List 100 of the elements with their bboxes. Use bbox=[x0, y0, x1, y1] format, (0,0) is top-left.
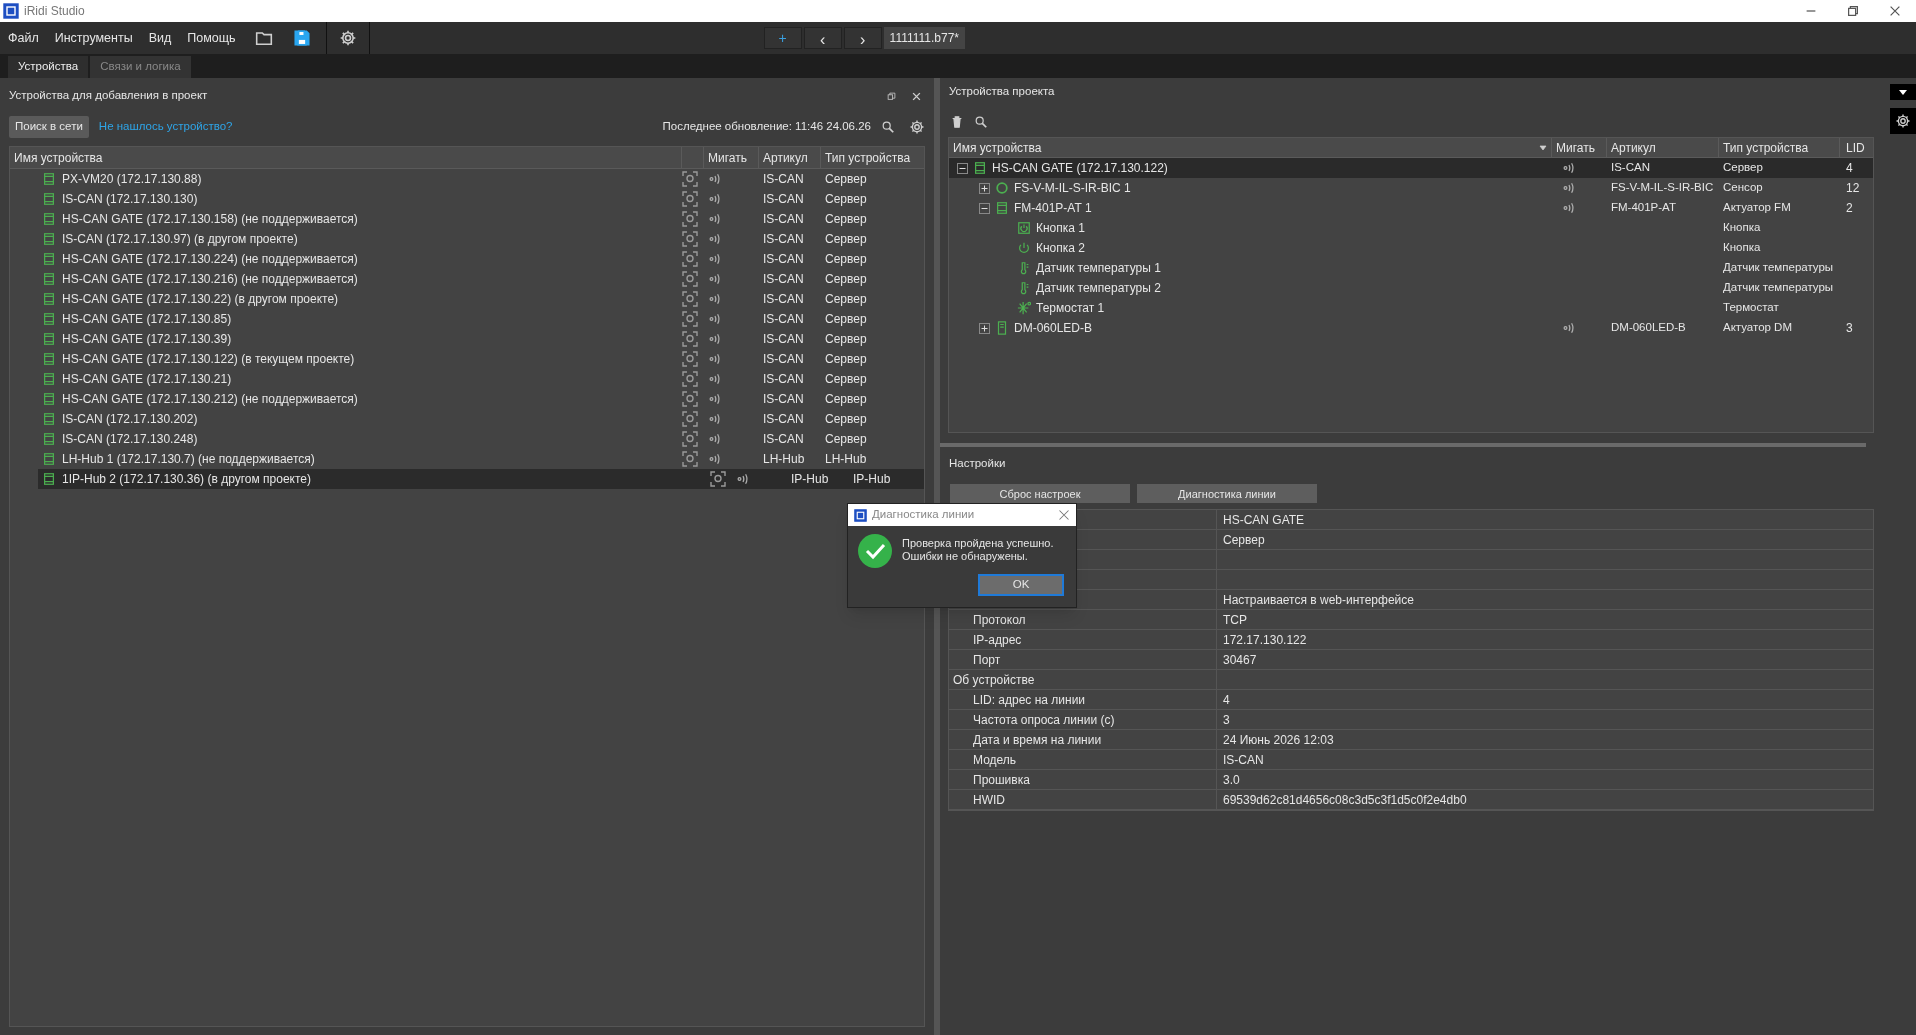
scan-icon[interactable] bbox=[682, 251, 698, 267]
tree-row[interactable]: Термостат 1 Термостат bbox=[949, 298, 1873, 318]
blink-icon[interactable] bbox=[708, 292, 722, 306]
blink-icon[interactable] bbox=[708, 452, 722, 466]
device-row[interactable]: IS-CAN (172.17.130.248) IS-CAN Сервер bbox=[10, 429, 924, 449]
collapse-toggle[interactable] bbox=[979, 202, 990, 214]
device-row[interactable]: HS-CAN GATE (172.17.130.21) IS-CAN Сервер bbox=[10, 369, 924, 389]
trash-icon[interactable] bbox=[950, 115, 964, 129]
settings-icon[interactable] bbox=[338, 29, 357, 47]
settings-button[interactable]: Сброс настроек bbox=[950, 484, 1130, 504]
restore-icon[interactable] bbox=[1846, 4, 1860, 18]
add-button[interactable]: + bbox=[763, 27, 802, 49]
blink-icon[interactable] bbox=[1562, 201, 1576, 215]
tree-row[interactable]: Датчик температуры 2 Датчик температуры bbox=[949, 278, 1873, 298]
device-row[interactable]: HS-CAN GATE (172.17.130.216) (не поддерживается) IS-CAN Сервер bbox=[10, 269, 924, 289]
file-tab[interactable]: 1111111.b77* bbox=[883, 27, 965, 49]
tree-row[interactable]: Кнопка 2 Кнопка bbox=[949, 238, 1873, 258]
column-header[interactable]: Имя устройства bbox=[10, 147, 682, 168]
column-header[interactable]: Артикул bbox=[1607, 138, 1719, 157]
network-search-button[interactable]: Поиск в сети bbox=[9, 116, 89, 138]
close-icon[interactable] bbox=[1058, 509, 1070, 521]
blink-icon[interactable] bbox=[1562, 181, 1576, 195]
device-row[interactable]: IS-CAN (172.17.130.202) IS-CAN Сервер bbox=[10, 409, 924, 429]
scan-icon[interactable] bbox=[682, 171, 698, 187]
blink-icon[interactable] bbox=[708, 212, 722, 226]
menu-item[interactable]: Файл bbox=[8, 28, 39, 48]
scan-icon[interactable] bbox=[682, 391, 698, 407]
device-row[interactable]: HS-CAN GATE (172.17.130.212) (не поддерживается) IS-CAN Сервер bbox=[10, 389, 924, 409]
scan-icon[interactable] bbox=[682, 191, 698, 207]
column-header[interactable]: Тип устройства bbox=[821, 147, 924, 168]
tree-row[interactable]: HS-CAN GATE (172.17.130.122) IS-CAN Сервер 4 bbox=[949, 158, 1873, 178]
column-header[interactable]: Мигать bbox=[704, 147, 759, 168]
blink-icon[interactable] bbox=[708, 312, 722, 326]
expand-toggle[interactable] bbox=[979, 322, 990, 334]
scan-icon[interactable] bbox=[682, 291, 698, 307]
ok-button[interactable]: OK bbox=[978, 574, 1064, 596]
scan-icon[interactable] bbox=[682, 371, 698, 387]
device-row[interactable]: LH-Hub 1 (172.17.130.7) (не поддерживается) LH-Hub LH-Hub bbox=[10, 449, 924, 469]
search-icon[interactable] bbox=[974, 115, 988, 129]
menu-item[interactable]: Помощь bbox=[187, 28, 236, 48]
save-icon[interactable] bbox=[292, 29, 311, 47]
device-row[interactable]: HS-CAN GATE (172.17.130.122) (в текущем проекте) IS-CAN Сервер bbox=[10, 349, 924, 369]
device-row[interactable]: 1IP-Hub 2 (172.17.130.36) (в другом проекте) IP-Hub IP-Hub bbox=[38, 469, 924, 489]
blink-icon[interactable] bbox=[1562, 321, 1576, 335]
close-icon[interactable] bbox=[1888, 4, 1902, 18]
scan-icon[interactable] bbox=[710, 471, 726, 487]
scan-icon[interactable] bbox=[682, 211, 698, 227]
tree-row[interactable]: Датчик температуры 1 Датчик температуры bbox=[949, 258, 1873, 278]
float-icon[interactable] bbox=[887, 91, 896, 101]
settings-button[interactable]: Диагностика линии bbox=[1137, 484, 1317, 504]
device-row[interactable]: HS-CAN GATE (172.17.130.224) (не поддерживается) IS-CAN Сервер bbox=[10, 249, 924, 269]
device-row[interactable]: HS-CAN GATE (172.17.130.158) (не поддерживается) IS-CAN Сервер bbox=[10, 209, 924, 229]
device-row[interactable]: PX-VM20 (172.17.130.88) IS-CAN Сервер bbox=[10, 169, 924, 189]
dropdown-button[interactable] bbox=[1890, 84, 1916, 100]
blink-icon[interactable] bbox=[708, 352, 722, 366]
blink-icon[interactable] bbox=[708, 392, 722, 406]
tab[interactable]: Устройства bbox=[8, 56, 89, 78]
blink-icon[interactable] bbox=[708, 332, 722, 346]
folder-icon[interactable] bbox=[254, 29, 273, 47]
back-button[interactable]: ‹ bbox=[803, 27, 842, 49]
scan-icon[interactable] bbox=[682, 451, 698, 467]
scan-icon[interactable] bbox=[682, 271, 698, 287]
scan-icon[interactable] bbox=[682, 231, 698, 247]
blink-icon[interactable] bbox=[708, 372, 722, 386]
device-row[interactable]: IS-CAN (172.17.130.130) IS-CAN Сервер bbox=[10, 189, 924, 209]
tree-row[interactable]: FM-401P-AT 1 FM-401P-AT Актуатор FM 2 bbox=[949, 198, 1873, 218]
menu-item[interactable]: Вид bbox=[148, 28, 172, 48]
collapse-toggle[interactable] bbox=[957, 162, 968, 174]
column-header[interactable]: Артикул bbox=[759, 147, 821, 168]
device-row[interactable]: IS-CAN (172.17.130.97) (в другом проекте) IS-CAN Сервер bbox=[10, 229, 924, 249]
blink-icon[interactable] bbox=[708, 232, 722, 246]
blink-icon[interactable] bbox=[708, 252, 722, 266]
blink-icon[interactable] bbox=[736, 472, 750, 486]
tab[interactable]: Связи и логика bbox=[90, 56, 191, 78]
blink-icon[interactable] bbox=[708, 172, 722, 186]
blink-icon[interactable] bbox=[708, 272, 722, 286]
menu-item[interactable]: Инструменты bbox=[54, 28, 133, 48]
device-row[interactable]: HS-CAN GATE (172.17.130.85) IS-CAN Сервер bbox=[10, 309, 924, 329]
column-header[interactable]: Имя устройства bbox=[953, 138, 1042, 157]
device-row[interactable]: HS-CAN GATE (172.17.130.39) IS-CAN Сервер bbox=[10, 329, 924, 349]
tree-row[interactable]: DM-060LED-B DM-060LED-B Актуатор DM 3 bbox=[949, 318, 1873, 338]
tree-row[interactable]: Кнопка 1 Кнопка bbox=[949, 218, 1873, 238]
blink-icon[interactable] bbox=[1562, 161, 1576, 175]
scan-icon[interactable] bbox=[682, 331, 698, 347]
column-header[interactable]: Мигать bbox=[1552, 138, 1607, 157]
blink-icon[interactable] bbox=[708, 432, 722, 446]
sort-icon[interactable] bbox=[1539, 143, 1547, 152]
help-link[interactable]: Не нашлось устройство? bbox=[98, 118, 233, 136]
search-icon[interactable] bbox=[881, 120, 895, 134]
blink-icon[interactable] bbox=[708, 192, 722, 206]
column-header[interactable]: LID bbox=[1840, 138, 1873, 157]
scan-icon[interactable] bbox=[682, 411, 698, 427]
column-header[interactable]: Тип устройства bbox=[1719, 138, 1840, 157]
settings-icon[interactable] bbox=[1895, 113, 1911, 129]
scan-icon[interactable] bbox=[682, 351, 698, 367]
tree-row[interactable]: FS-V-M-IL-S-IR-BIC 1 FS-V-M-IL-S-IR-BIC Сенсор 12 bbox=[949, 178, 1873, 198]
settings-icon[interactable] bbox=[909, 119, 925, 135]
device-row[interactable]: HS-CAN GATE (172.17.130.22) (в другом проекте) IS-CAN Сервер bbox=[10, 289, 924, 309]
scan-icon[interactable] bbox=[682, 311, 698, 327]
scan-icon[interactable] bbox=[682, 431, 698, 447]
